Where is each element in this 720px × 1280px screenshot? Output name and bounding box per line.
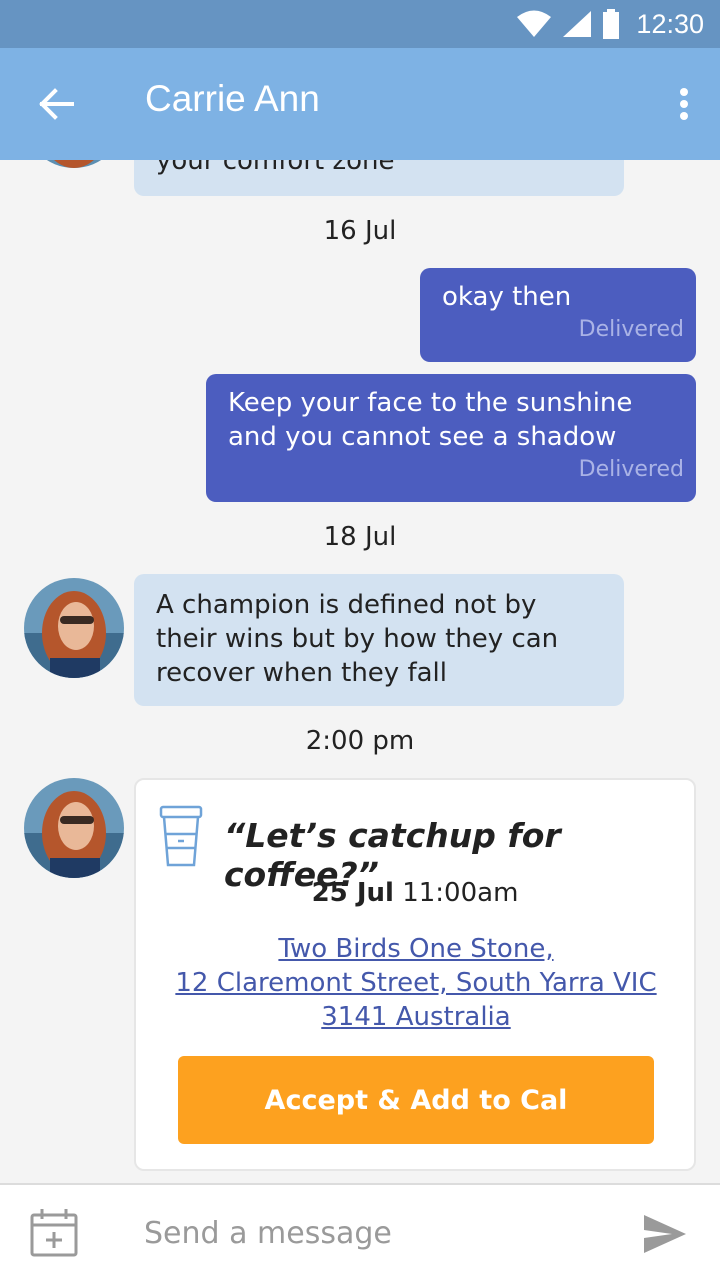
message-bubble-outgoing[interactable]: Keep your face to the sunshine and you c… (206, 374, 696, 502)
message-bubble-incoming[interactable]: A champion is defined not by their wins … (134, 574, 624, 706)
more-options-button[interactable] (668, 82, 700, 126)
wifi-icon (517, 10, 552, 37)
meeting-invite-card: “Let’s catchup for coffee?” 25 Jul 11:00… (134, 778, 696, 1171)
accept-add-to-calendar-button[interactable]: Accept & Add to Cal (178, 1056, 654, 1144)
battery-icon (603, 9, 620, 39)
more-dot-icon (680, 88, 688, 96)
back-arrow-icon (39, 88, 74, 120)
signal-icon (563, 11, 592, 37)
address-line: 3141 Australia (321, 1002, 511, 1032)
invite-date: 25 Jul (311, 878, 394, 908)
invite-address-link[interactable]: Two Birds One Stone, 12 Claremont Street… (156, 932, 676, 1034)
message-text: A champion is defined not by their wins … (156, 590, 559, 688)
message-text: okay then (442, 282, 572, 312)
address-line: 12 Claremont Street, South Yarra VIC (175, 968, 657, 998)
back-button[interactable] (24, 76, 88, 132)
page-title: Carrie Ann (145, 78, 320, 119)
calendar-add-icon (30, 1209, 78, 1257)
send-button[interactable] (642, 1213, 688, 1255)
address-line: Two Birds One Stone, (278, 934, 554, 964)
message-bubble-outgoing[interactable]: okay then Delivered (420, 268, 696, 362)
message-text: Keep your face to the sunshine and you c… (228, 388, 633, 452)
send-icon (644, 1215, 686, 1253)
coffee-cup-icon (159, 805, 203, 867)
more-dot-icon (680, 100, 688, 108)
delivery-status: Delivered (578, 457, 684, 482)
avatar[interactable] (24, 578, 124, 678)
date-separator: 18 Jul (323, 522, 397, 552)
more-dot-icon (680, 112, 688, 120)
time-separator: 2:00 pm (305, 726, 415, 756)
invite-time: 11:00am (402, 878, 519, 908)
status-icons: 12:30 (516, 0, 704, 48)
status-bar: 12:30 (0, 0, 720, 48)
message-input[interactable] (144, 1209, 604, 1257)
invite-datetime: 25 Jul 11:00am (136, 878, 694, 908)
delivery-status: Delivered (578, 317, 684, 342)
add-event-button[interactable] (28, 1207, 80, 1259)
message-composer (0, 1183, 720, 1280)
status-time: 12:30 (636, 8, 704, 39)
avatar[interactable] (24, 778, 124, 878)
app-bar: Carrie Ann (0, 48, 720, 160)
date-separator: 16 Jul (323, 216, 397, 246)
